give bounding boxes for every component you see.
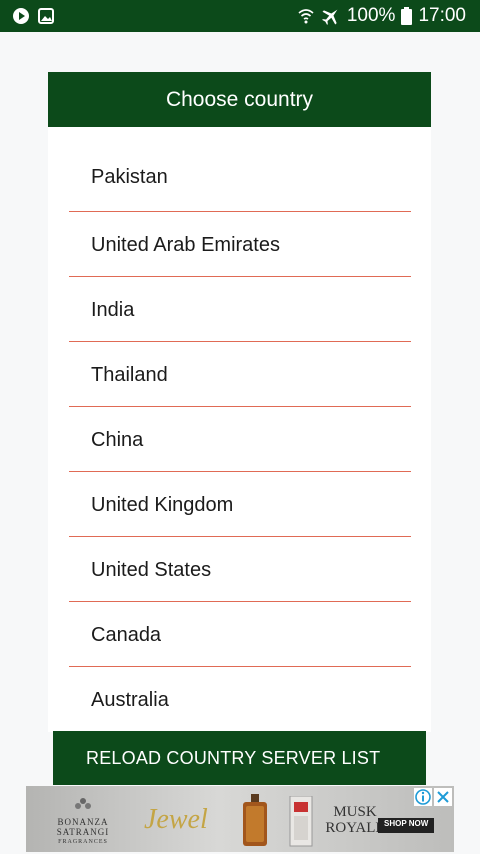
country-item-canada[interactable]: Canada xyxy=(69,602,411,667)
wifi-icon xyxy=(297,7,315,25)
battery-percent: 100% xyxy=(346,5,396,26)
ad-brand-line-1: BONANZA xyxy=(57,817,109,827)
ad-perfume-bottle-icon xyxy=(243,794,267,846)
dialog-title: Choose country xyxy=(165,87,314,111)
ad-close-icon[interactable] xyxy=(434,788,452,806)
country-item-australia[interactable]: Australia xyxy=(69,667,411,732)
country-item-united-kingdom[interactable]: United Kingdom xyxy=(69,472,411,537)
clock: 17:00 xyxy=(418,5,466,26)
reload-country-list-button[interactable]: RELOAD COUNTRY SERVER LIST xyxy=(53,731,426,785)
ad-perfume-box-icon xyxy=(289,796,313,847)
country-list: Pakistan United Arab Emirates India Thai… xyxy=(69,127,411,732)
image-icon xyxy=(38,8,54,24)
status-right: 100% 17:00 xyxy=(297,5,466,27)
ad-product-jewel: Jewel xyxy=(144,804,208,835)
country-item-united-states[interactable]: United States xyxy=(69,537,411,602)
ad-brand-logo: BONANZA SATRANGI FRAGRANCES xyxy=(44,796,122,847)
status-bar: 100% 17:00 xyxy=(0,0,480,32)
ad-flower-icon xyxy=(75,798,91,809)
ad-shop-now-button[interactable]: SHOP NOW xyxy=(378,818,435,833)
status-left xyxy=(12,7,54,25)
country-item-thailand[interactable]: Thailand xyxy=(69,342,411,407)
country-item-india[interactable]: India xyxy=(69,277,411,342)
ad-brand-line-2: SATRANGI xyxy=(56,827,110,837)
airplane-icon xyxy=(321,6,341,26)
country-dialog: Choose country Pakistan United Arab Emir… xyxy=(48,72,431,732)
play-icon xyxy=(12,7,30,25)
country-item-china[interactable]: China xyxy=(69,407,411,472)
country-item-pakistan[interactable]: Pakistan xyxy=(69,127,411,212)
ad-brand-line-3: FRAGRANCES xyxy=(58,839,108,845)
ad-info-icon[interactable] xyxy=(414,788,432,806)
battery-icon xyxy=(401,7,413,25)
dialog-header: Choose country xyxy=(48,72,431,127)
country-item-united-arab-emirates[interactable]: United Arab Emirates xyxy=(69,212,411,277)
ad-banner[interactable]: BONANZA SATRANGI FRAGRANCES Jewel MUSK R… xyxy=(26,786,454,852)
